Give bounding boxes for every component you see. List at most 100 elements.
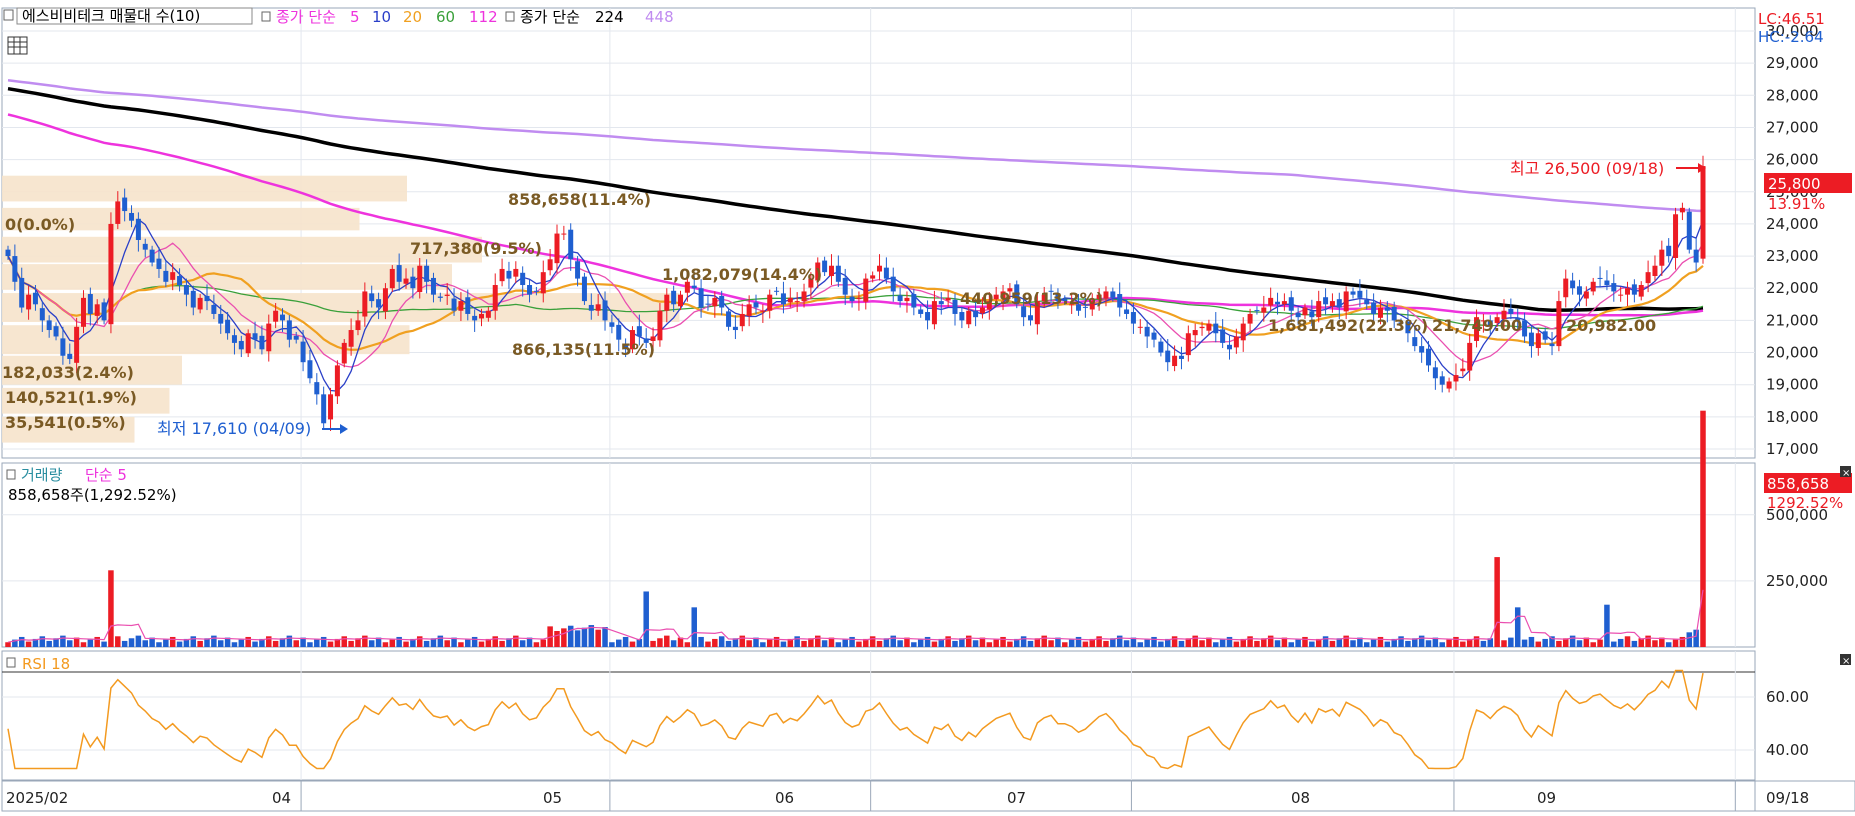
volume-bar (993, 639, 999, 647)
candle (293, 335, 299, 340)
volume-bar (1384, 641, 1391, 647)
candle (657, 310, 663, 341)
candle (1199, 326, 1205, 329)
candle (1432, 367, 1438, 379)
volume-bar (952, 640, 958, 647)
volume-bar (1473, 636, 1480, 647)
last-price-value: 25,800 (1768, 175, 1821, 193)
rsi-legend-label: RSI 18 (22, 655, 70, 673)
candle (664, 294, 670, 311)
price-tick-label: 29,000 (1766, 54, 1819, 72)
candle (1357, 290, 1363, 298)
ma60-legend: 60 (436, 8, 455, 26)
volume-bar (1645, 635, 1651, 647)
candle (1679, 207, 1685, 213)
candle (259, 335, 265, 350)
candle (595, 304, 601, 311)
candle (1659, 249, 1665, 266)
volume-bar (835, 642, 842, 647)
volume-bar (492, 636, 498, 647)
candle (1549, 343, 1555, 347)
candle (1110, 291, 1116, 298)
candle (314, 382, 320, 395)
volume-bar (1521, 639, 1528, 647)
candle (1645, 272, 1651, 284)
volume-bar (437, 635, 444, 647)
volume-bar (499, 640, 505, 647)
profile-label: 20,982.00 (1566, 316, 1656, 335)
rsi-tick-label: 60.00 (1766, 688, 1809, 706)
candle (1172, 355, 1178, 367)
candle (437, 296, 443, 298)
candle (1288, 297, 1294, 311)
candle (19, 277, 25, 308)
volume-bar (1700, 410, 1706, 647)
candle (911, 294, 917, 308)
candle (540, 272, 546, 294)
candle (458, 301, 464, 311)
candle (1158, 341, 1164, 353)
volume-bar (911, 642, 917, 647)
volume-bar (382, 642, 389, 647)
ma448-legend: 448 (645, 8, 674, 26)
candle (163, 270, 169, 282)
volume-profile-bar (2, 175, 407, 202)
stock-chart[interactable]: 30,00029,00028,00027,00026,00025,00024,0… (0, 0, 1855, 812)
candle (1220, 329, 1226, 343)
volume-bar (519, 640, 526, 647)
ma112-legend: 112 (469, 8, 498, 26)
volume-bar (1000, 636, 1006, 647)
candle (403, 278, 409, 284)
candle (506, 270, 512, 279)
volume-bar (780, 641, 787, 647)
profile-label: 717,380(9.5%) (410, 239, 542, 258)
price-tick-label: 22,000 (1766, 279, 1819, 297)
volume-bar (1672, 639, 1679, 647)
volume-bar (190, 636, 197, 647)
table-grid-icon[interactable] (7, 36, 28, 55)
candle (1611, 283, 1617, 292)
volume-bar (423, 640, 430, 647)
volume-bar (1425, 640, 1432, 647)
volume-bar (1171, 636, 1178, 647)
candle (32, 292, 38, 305)
volume-bar (540, 639, 547, 647)
long-ma-legend-icon[interactable] (505, 11, 515, 22)
ma-legend-icon[interactable] (261, 11, 271, 22)
candle (856, 297, 862, 300)
legend-box-icon[interactable] (3, 9, 14, 21)
volume-bar (821, 640, 828, 647)
volume-bar (156, 642, 162, 647)
candle (835, 265, 841, 282)
volume-bar (773, 636, 780, 647)
volume-bar (1377, 636, 1384, 647)
candle (732, 326, 738, 331)
candle (554, 233, 560, 264)
profile-label: 21,749.00 (1432, 316, 1522, 335)
close-rsi-panel-icon[interactable]: × (1840, 654, 1851, 667)
candle (1192, 330, 1198, 336)
close-volume-panel-icon[interactable]: × (1840, 466, 1851, 479)
candle (190, 290, 196, 308)
volume-bar (458, 642, 464, 647)
candle (945, 297, 951, 301)
rsi-legend-icon[interactable] (6, 657, 16, 668)
candle (1583, 291, 1589, 299)
candle (451, 298, 457, 311)
volume-bar (1309, 641, 1315, 647)
candle (1570, 280, 1576, 289)
candle (774, 290, 780, 292)
candle (170, 272, 176, 280)
volume-bar (561, 628, 567, 647)
volume-ma-legend: 단순 5 (85, 466, 127, 484)
volume-legend-icon[interactable] (6, 469, 16, 480)
candle (485, 310, 491, 318)
volume-bar (211, 635, 217, 647)
volume-bar (197, 640, 203, 647)
candle (1631, 284, 1637, 295)
candle (1542, 331, 1548, 340)
profile-label: 866,135(11.5%) (512, 340, 655, 359)
candle (492, 285, 498, 311)
candle (1364, 299, 1370, 305)
candle (341, 342, 347, 364)
